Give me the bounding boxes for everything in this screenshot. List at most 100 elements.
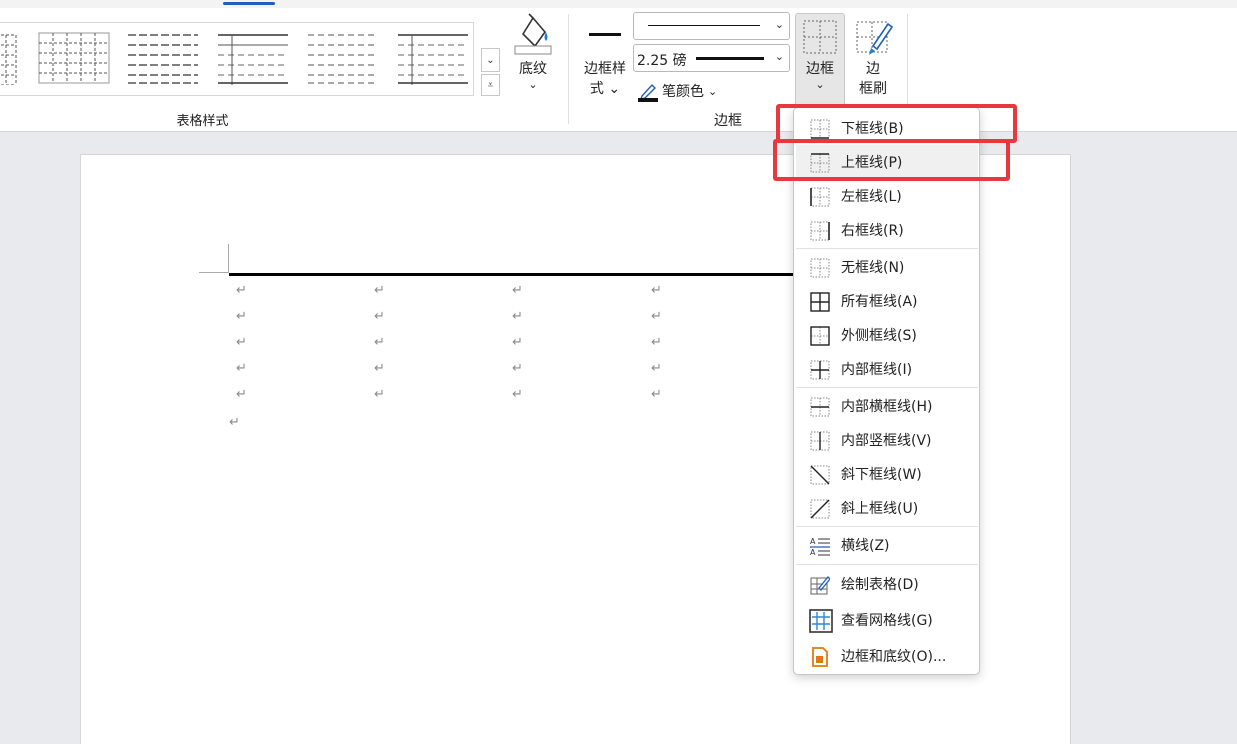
- menu-item-inside-horizontal-border[interactable]: 内部横框线(H): [796, 389, 978, 423]
- menu-separator: [796, 526, 978, 527]
- chevron-down-icon: ⌄: [774, 50, 784, 63]
- menu-item-left-border[interactable]: 左框线(L): [796, 179, 978, 213]
- table-style-thumb-4[interactable]: [218, 31, 288, 85]
- menu-separator: [796, 564, 978, 565]
- border-painter-label-line1: 边: [866, 61, 880, 77]
- paragraph-mark: ↵: [236, 283, 247, 298]
- border-styles-button[interactable]: 边框样 式 ⌄: [578, 20, 632, 100]
- paragraph-mark: ↵: [512, 283, 523, 298]
- right-border-icon: [810, 221, 830, 241]
- menu-item-draw-table[interactable]: 绘制表格(D): [796, 567, 978, 601]
- svg-text:A: A: [810, 537, 816, 546]
- borders-button[interactable]: 边框 ⌄: [795, 13, 845, 107]
- line-weight-value: 2.25 磅: [637, 53, 687, 69]
- menu-item-outside-borders[interactable]: 外侧框线(S): [796, 318, 978, 352]
- border-style-sample-icon: [589, 33, 621, 36]
- margin-corner-mark: [199, 272, 229, 273]
- ribbon: ⌄ ⩡ 表格样式 底纹 ⌄ 边框样 式 ⌄ ⌄ 2.25 磅 ⌄ 笔颜色 ⌄ 边…: [0, 0, 1237, 132]
- table-style-thumb-1[interactable]: [0, 31, 20, 85]
- gallery-scroll-down-button[interactable]: ⌄: [481, 48, 500, 72]
- menu-item-label: 外侧框线(S): [841, 328, 917, 344]
- table-styles-gallery[interactable]: [0, 22, 474, 96]
- table-style-thumb-3[interactable]: [128, 31, 198, 85]
- gallery-expand-button[interactable]: ⩡: [481, 74, 500, 96]
- diagonal-up-border-icon: [810, 499, 830, 519]
- left-border-icon: [810, 187, 830, 207]
- table-top-border: [229, 273, 799, 276]
- table-style-thumb-2[interactable]: [38, 31, 110, 85]
- border-styles-label-line1: 边框样: [584, 61, 626, 77]
- menu-item-label: 绘制表格(D): [841, 577, 919, 593]
- menu-item-diagonal-down-border[interactable]: 斜下框线(W): [796, 457, 978, 491]
- menu-item-label: 斜下框线(W): [841, 467, 922, 483]
- menu-item-label: 横线(Z): [841, 538, 890, 554]
- menu-item-label: 右框线(R): [841, 223, 904, 239]
- paragraph-mark: ↵: [374, 387, 385, 402]
- table-styles-group-label: 表格样式: [176, 114, 229, 129]
- menu-item-no-border[interactable]: 无框线(N): [796, 250, 978, 284]
- paragraph-mark: ↵: [236, 387, 247, 402]
- horizontal-line-icon: A A: [810, 537, 830, 556]
- borders-icon: [803, 20, 837, 54]
- menu-item-label: 所有框线(A): [841, 294, 918, 310]
- menu-item-label: 内部竖框线(V): [841, 433, 932, 449]
- shading-label: 底纹: [519, 61, 547, 77]
- pen-color-label: 笔颜色: [662, 84, 704, 100]
- paragraph-mark: ↵: [236, 309, 247, 324]
- line-style-dropdown[interactable]: ⌄: [633, 12, 790, 40]
- borders-group-label: 边框: [714, 113, 742, 129]
- menu-separator: [796, 387, 978, 388]
- line-weight-dropdown[interactable]: 2.25 磅 ⌄: [633, 44, 790, 72]
- menu-item-horizontal-line[interactable]: A A 横线(Z): [796, 528, 978, 562]
- menu-item-label: 内部横框线(H): [841, 399, 933, 415]
- margin-corner-mark: [228, 244, 229, 273]
- table-style-thumb-6[interactable]: [398, 31, 468, 85]
- pen-color-swatch: [638, 98, 658, 102]
- group-separator: [568, 14, 569, 124]
- menu-item-diagonal-up-border[interactable]: 斜上框线(U): [796, 491, 978, 525]
- paragraph-mark: ↵: [374, 361, 385, 376]
- svg-text:A: A: [810, 548, 816, 556]
- inside-horizontal-border-icon: [810, 397, 830, 417]
- borders-dropdown-menu: 下框线(B) 上框线(P) 左框线(L) 右框线(R) 无框线(N) 所有框线(…: [793, 107, 980, 675]
- menu-item-label: 斜上框线(U): [841, 501, 919, 517]
- paragraph-mark: ↵: [512, 361, 523, 376]
- shading-button[interactable]: 底纹 ⌄: [508, 12, 558, 100]
- table-style-thumb-5[interactable]: [308, 31, 378, 85]
- inside-borders-icon: [810, 360, 830, 380]
- menu-item-view-gridlines[interactable]: 查看网格线(G): [796, 603, 978, 637]
- draw-table-icon: [810, 576, 830, 595]
- paint-bucket-icon: [514, 13, 552, 55]
- chevron-down-icon: ⌄: [815, 78, 825, 91]
- pen-color-button[interactable]: 笔颜色 ⌄: [638, 80, 717, 102]
- border-painter-button[interactable]: 边 框刷: [850, 14, 896, 100]
- view-gridlines-icon: [809, 609, 833, 633]
- menu-item-all-borders[interactable]: 所有框线(A): [796, 284, 978, 318]
- menu-item-right-border[interactable]: 右框线(R): [796, 213, 978, 247]
- paragraph-mark: ↵: [651, 309, 662, 324]
- all-borders-icon: [810, 292, 830, 312]
- borders-and-shading-icon: [812, 647, 828, 667]
- paragraph-mark: ↵: [374, 335, 385, 350]
- paragraph-mark: ↵: [651, 283, 662, 298]
- active-tab-indicator: [223, 2, 275, 5]
- border-styles-label-line2: 式 ⌄: [589, 81, 621, 97]
- border-painter-icon: [856, 21, 893, 55]
- paragraph-mark: ↵: [651, 361, 662, 376]
- menu-separator: [796, 248, 978, 249]
- paragraph-mark: ↵: [236, 335, 247, 350]
- chevron-down-icon: ⌄: [774, 18, 784, 31]
- menu-item-inside-vertical-border[interactable]: 内部竖框线(V): [796, 423, 978, 457]
- menu-item-borders-and-shading[interactable]: 边框和底纹(O)...: [796, 639, 978, 673]
- paragraph-mark: ↵: [512, 387, 523, 402]
- borders-label: 边框: [806, 61, 834, 77]
- menu-item-label: 左框线(L): [841, 189, 902, 205]
- chevron-down-icon: ⌄: [708, 84, 718, 98]
- menu-item-label: 无框线(N): [841, 260, 905, 276]
- line-style-sample: [648, 25, 760, 26]
- menu-item-inside-borders[interactable]: 内部框线(I): [796, 352, 978, 386]
- highlight-box-bottom-border: [776, 104, 1017, 143]
- paragraph-mark: ↵: [236, 361, 247, 376]
- paragraph-mark: ↵: [512, 309, 523, 324]
- paragraph-mark: ↵: [229, 415, 240, 430]
